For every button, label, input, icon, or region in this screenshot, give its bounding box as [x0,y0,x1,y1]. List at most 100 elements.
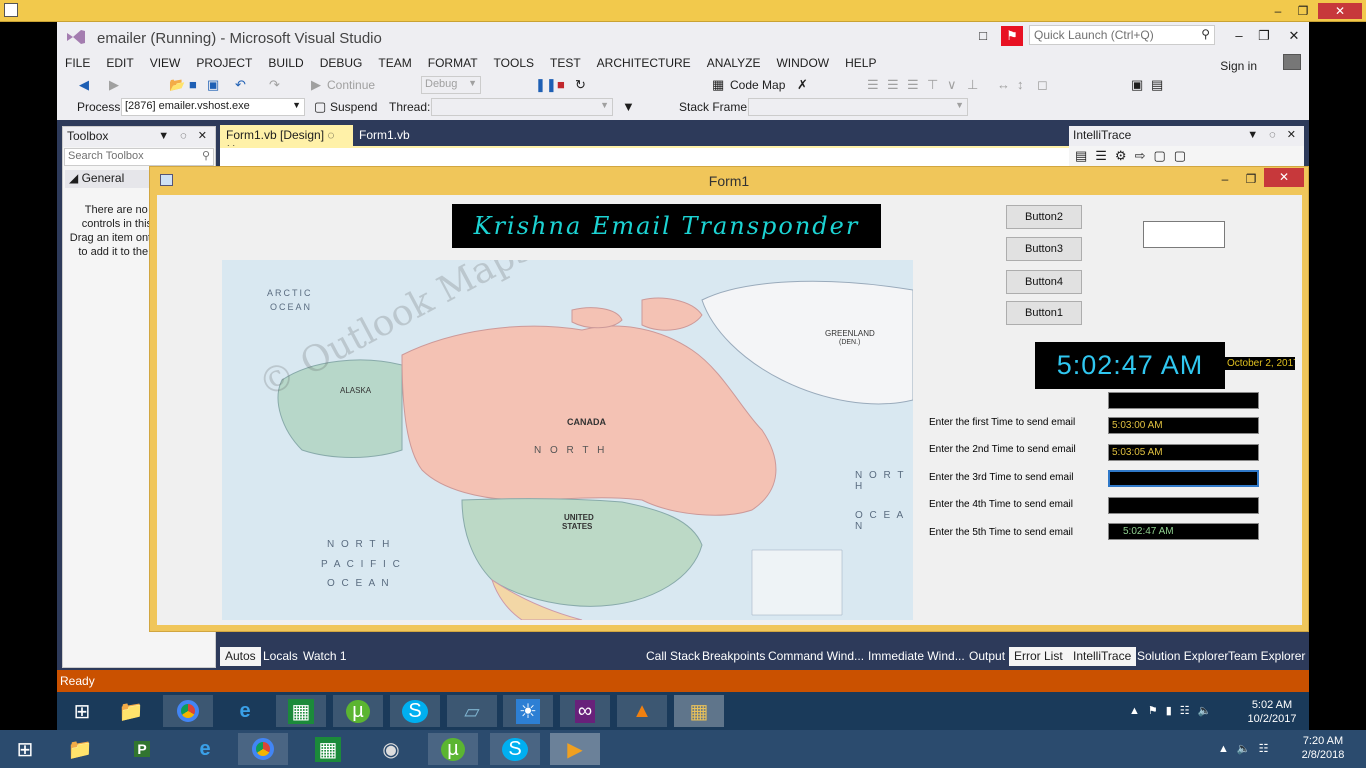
vs-close-button[interactable]: ✕ [1283,26,1305,46]
tab-locals[interactable]: Locals [258,647,303,666]
stop-icon[interactable]: ■ [557,76,565,94]
time5-input[interactable]: 5:02:47 AM [1108,523,1259,540]
tab-immediate-window[interactable]: Immediate Wind... [863,647,970,666]
make-same-width-icon[interactable]: ↔ [997,76,1010,94]
minimize-button[interactable]: – [1268,3,1288,19]
tab-call-stack[interactable]: Call Stack [641,647,705,666]
feedback-icon[interactable]: □ [972,26,994,46]
internet-explorer-icon[interactable]: e [220,695,270,727]
align-bottom-icon[interactable]: ⊥ [967,76,978,94]
tab-output[interactable]: Output [964,647,1010,666]
time3-input[interactable] [1108,470,1259,487]
quick-launch-input[interactable]: Quick Launch (Ctrl+Q) ⚲ [1029,25,1215,45]
save-icon[interactable]: ■ [189,76,197,94]
time4-input[interactable] [1108,497,1259,514]
suspend-button[interactable]: Suspend [330,98,377,116]
form1-minimize-button[interactable]: – [1213,169,1237,189]
media-app-icon[interactable]: ◉ [366,733,416,765]
align-middle-icon[interactable]: ∨ [947,76,957,94]
suspend-icon[interactable]: ▢ [314,98,326,116]
button1[interactable]: Button1 [1006,301,1082,325]
save-all-icon[interactable]: ▣ [207,76,219,94]
tray-icons[interactable]: ▲⚑▮☷🔈 [1129,704,1219,717]
pause-icon[interactable]: ❚❚ [535,76,557,94]
menu-help[interactable]: HELP [837,52,884,74]
form1-close-button[interactable]: ✕ [1264,168,1304,187]
tab-intellitrace[interactable]: IntelliTrace [1068,647,1137,666]
menu-team[interactable]: TEAM [370,52,419,74]
process-select[interactable]: [2876] emailer.vshost.exe ▼ [121,98,305,116]
intellitrace-toolbar-icons[interactable]: ▤☰⚙⇨▢▢ [1075,148,1194,164]
weather-app-icon[interactable]: ☀ [503,695,553,727]
filter-icon[interactable]: ▼ [622,98,635,116]
breakpoint-toggle-icon[interactable]: ✗ [797,76,808,94]
tab-form1-design[interactable]: Form1.vb [Design] ◌ ✕ [220,125,353,156]
form1-maximize-button[interactable]: ❐ [1239,169,1263,189]
open-icon[interactable]: 📂 [169,76,185,94]
code-map-button[interactable]: Code Map [730,76,785,94]
close-button[interactable]: ✕ [1318,3,1362,19]
inner-clock[interactable]: 5:02 AM 10/2/2017 [1242,698,1302,726]
menu-edit[interactable]: EDIT [98,52,141,74]
avatar[interactable] [1283,54,1301,70]
button4[interactable]: Button4 [1006,270,1082,294]
pane-controls-icon[interactable]: ▼ ◌ ✕ [1247,128,1300,141]
menu-view[interactable]: VIEW [142,52,189,74]
menu-architecture[interactable]: ARCHITECTURE [589,52,699,74]
menu-tools[interactable]: TOOLS [486,52,542,74]
tab-command-window[interactable]: Command Wind... [763,647,869,666]
form-app-icon[interactable]: ▦ [674,695,724,727]
align-center-icon[interactable]: ☰ [887,76,899,94]
tab-error-list[interactable]: Error List [1009,647,1068,666]
restart-icon[interactable]: ↻ [575,76,586,94]
utorrent-icon[interactable]: µ [428,733,478,765]
send-to-back-icon[interactable]: ▤ [1151,76,1163,94]
chrome-icon[interactable] [163,695,213,727]
menu-file[interactable]: FILE [57,52,98,74]
skype-icon[interactable]: S [390,695,440,727]
menu-window[interactable]: WINDOW [768,52,837,74]
time1-input[interactable]: 5:03:00 AM [1108,417,1259,434]
button2[interactable]: Button2 [1006,205,1082,229]
continue-button[interactable]: Continue [327,76,375,94]
redo-icon[interactable]: ↷ [269,76,280,94]
tab-solution-explorer[interactable]: Solution Explorer [1132,647,1233,666]
back-icon[interactable]: ◀ [79,76,89,94]
notification-flag-icon[interactable]: ⚑ [1001,26,1023,46]
code-map-icon[interactable]: ▦ [712,76,724,94]
config-select[interactable]: Debug ▼ [421,76,481,94]
vs-restore-button[interactable]: ❐ [1253,26,1275,46]
align-left-icon[interactable]: ☰ [867,76,879,94]
bring-to-front-icon[interactable]: ▣ [1131,76,1143,94]
extra-time-field[interactable] [1108,392,1259,409]
store-icon[interactable]: ▦ [276,695,326,727]
align-top-icon[interactable]: ⊤ [927,76,938,94]
menu-test[interactable]: TEST [542,52,589,74]
start-icon[interactable]: ⊞ [57,695,107,727]
menu-format[interactable]: FORMAT [420,52,486,74]
file-explorer-icon[interactable]: 📁 [55,733,105,765]
pane-controls-icon[interactable]: ▼ ◌ ✕ [158,129,211,142]
vs-minimize-button[interactable]: – [1228,26,1250,46]
continue-icon[interactable]: ▶ [311,76,321,94]
outer-clock[interactable]: 7:20 AM 2/8/2018 [1293,734,1353,762]
visual-studio-icon[interactable]: ∞ [560,695,610,727]
menu-project[interactable]: PROJECT [188,52,260,74]
menu-debug[interactable]: DEBUG [312,52,371,74]
thread-select[interactable]: ▼ [431,98,613,116]
tab-team-explorer[interactable]: Team Explorer [1223,647,1310,666]
project-icon[interactable]: P [117,733,167,765]
vlc-icon[interactable]: ▲ [617,695,667,727]
video-recorder-icon[interactable]: ▶ [550,733,600,765]
utorrent-icon[interactable]: µ [333,695,383,727]
tab-form1-code[interactable]: Form1.vb [353,125,416,146]
toolbox-search-input[interactable]: Search Toolbox ⚲ [64,148,214,166]
store-icon[interactable]: ▦ [303,733,353,765]
menu-build[interactable]: BUILD [260,52,311,74]
time2-input[interactable]: 5:03:05 AM [1108,444,1259,461]
file-explorer-icon[interactable]: 📁 [106,695,156,727]
button3[interactable]: Button3 [1006,237,1082,261]
tab-breakpoints[interactable]: Breakpoints [697,647,770,666]
maximize-button[interactable]: ❐ [1293,3,1313,19]
align-right-icon[interactable]: ☰ [907,76,919,94]
